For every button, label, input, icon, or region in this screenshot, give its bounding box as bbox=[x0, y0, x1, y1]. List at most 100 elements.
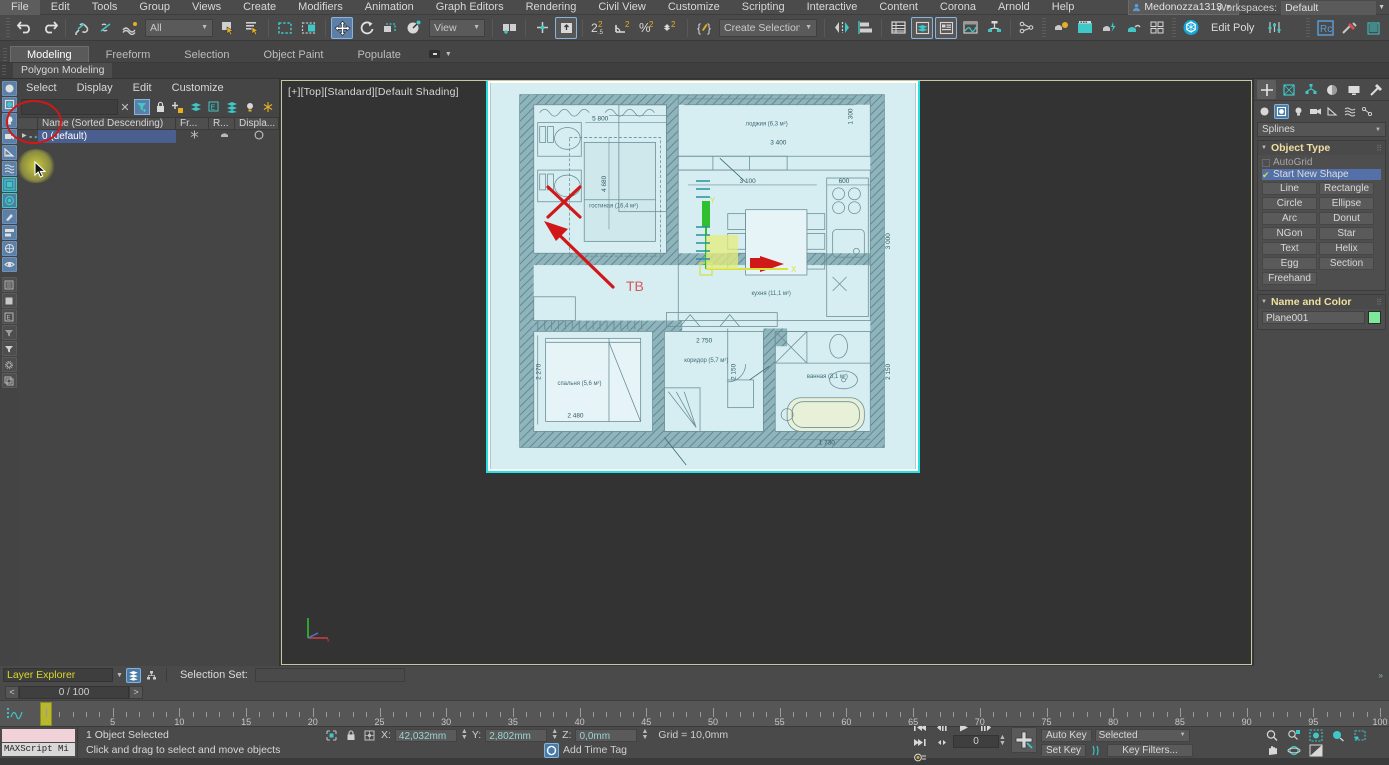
rendered-frame-window-icon[interactable] bbox=[1098, 17, 1120, 39]
ribbon-tab-object-paint[interactable]: Object Paint bbox=[247, 46, 341, 62]
snap-toggle-icon[interactable]: 22.5 bbox=[588, 17, 610, 39]
listener-icon[interactable] bbox=[1362, 17, 1384, 39]
lights-category-icon[interactable] bbox=[1291, 104, 1306, 119]
menu-item-file[interactable]: File bbox=[0, 0, 40, 15]
mirror-icon[interactable] bbox=[830, 17, 852, 39]
viewport-label[interactable]: [+][Top][Standard][Default Shading] bbox=[288, 86, 459, 98]
display-tab-icon[interactable] bbox=[1345, 80, 1364, 99]
material-editor-icon[interactable] bbox=[1050, 17, 1072, 39]
menu-item-customize[interactable]: Customize bbox=[657, 0, 731, 15]
selection-lock-region-icon[interactable] bbox=[324, 728, 339, 743]
checkbox-checked[interactable]: ✔ bbox=[1262, 171, 1270, 179]
viewport-top[interactable]: [+][Top][Standard][Default Shading] bbox=[281, 80, 1252, 665]
spinner-snap-toggle-icon[interactable]: 2 bbox=[660, 17, 682, 39]
box-view-icon[interactable] bbox=[2, 293, 17, 308]
arc-button[interactable]: Arc bbox=[1262, 212, 1317, 225]
x-spinner[interactable]: ▲▼ bbox=[461, 729, 468, 741]
layer-stack-icon[interactable] bbox=[188, 99, 204, 115]
freehand-button[interactable]: Freehand bbox=[1262, 272, 1317, 285]
renderable-cell-icon[interactable] bbox=[209, 130, 235, 143]
layer-manager-icon[interactable] bbox=[126, 668, 141, 683]
absolute-relative-transform-icon[interactable] bbox=[362, 728, 377, 743]
z-spinner[interactable]: ▲▼ bbox=[641, 729, 648, 741]
shape-category-combo[interactable]: Splines ▼ bbox=[1257, 122, 1386, 137]
explorer-menu-select[interactable]: Select bbox=[26, 82, 57, 94]
chevron-down-icon[interactable]: ▼ bbox=[1378, 4, 1385, 11]
menu-item-tools[interactable]: Tools bbox=[81, 0, 129, 15]
named-selection-set-combo[interactable]: Create Selection Se ▼ bbox=[719, 19, 817, 37]
auto-key-button[interactable]: Auto Key bbox=[1041, 729, 1092, 742]
text-button[interactable]: Text bbox=[1262, 242, 1317, 255]
donut-button[interactable]: Donut bbox=[1319, 212, 1374, 225]
menu-item-arnold[interactable]: Arnold bbox=[987, 0, 1041, 15]
select-and-link-icon[interactable] bbox=[71, 17, 93, 39]
geometry-category-icon[interactable] bbox=[1257, 104, 1272, 119]
list-view-icon[interactable] bbox=[2, 277, 17, 292]
display-cell-icon[interactable] bbox=[235, 130, 279, 143]
set-key-button[interactable]: Set Key bbox=[1041, 744, 1086, 757]
y-spinner[interactable]: ▲▼ bbox=[551, 729, 558, 741]
layer-explorer-select[interactable]: Layer Explorer bbox=[3, 668, 113, 682]
rectangular-selection-region-icon[interactable] bbox=[274, 17, 296, 39]
start-new-shape-checkbox-row[interactable]: ✔ Start New Shape bbox=[1262, 169, 1381, 180]
ribbon-subtab-polygon-modeling[interactable]: Polygon Modeling bbox=[13, 63, 112, 78]
frame-spinner[interactable]: ▲▼ bbox=[999, 735, 1006, 750]
current-frame-input[interactable]: 0 bbox=[953, 735, 999, 748]
properties-icon[interactable]: E bbox=[2, 309, 17, 324]
use-selection-center-icon[interactable] bbox=[531, 17, 553, 39]
object-color-swatch[interactable] bbox=[1368, 311, 1381, 324]
chevron-down-icon[interactable]: ▼ bbox=[1261, 145, 1267, 151]
select-and-move-icon[interactable] bbox=[331, 17, 353, 39]
zoom-all-icon[interactable] bbox=[1283, 728, 1305, 743]
expand-chevrons-icon[interactable]: » bbox=[1379, 671, 1383, 680]
zoom-region-icon[interactable] bbox=[1327, 728, 1349, 743]
zoom-icon[interactable] bbox=[1261, 728, 1283, 743]
asset-tracking-icon[interactable] bbox=[2, 241, 17, 256]
menu-item-scripting[interactable]: Scripting bbox=[731, 0, 796, 15]
menu-item-civil-view[interactable]: Civil View bbox=[587, 0, 656, 15]
region-zoom-icon[interactable] bbox=[1349, 728, 1371, 743]
paint-brush-icon[interactable] bbox=[2, 209, 17, 224]
menu-item-help[interactable]: Help bbox=[1041, 0, 1086, 15]
schematic-view-icon[interactable] bbox=[983, 17, 1005, 39]
light-bulb-icon[interactable] bbox=[242, 99, 258, 115]
cameras-category-icon[interactable] bbox=[1308, 104, 1323, 119]
key-mode-toggle-icon[interactable] bbox=[931, 735, 953, 750]
star-button[interactable]: Star bbox=[1319, 227, 1374, 240]
align-tool-icon[interactable] bbox=[2, 225, 17, 240]
helpers-icon[interactable] bbox=[2, 145, 17, 160]
use-pivot-point-center-icon[interactable] bbox=[498, 17, 520, 39]
key-filters-toggle-icon[interactable] bbox=[1089, 743, 1104, 758]
ribbon-minimize-button[interactable]: ▼ bbox=[428, 46, 452, 62]
render-production-icon[interactable] bbox=[1122, 17, 1144, 39]
toolbar-grip[interactable] bbox=[1172, 18, 1176, 38]
toolbar-grip[interactable] bbox=[6, 18, 10, 38]
freeze-cell-icon[interactable] bbox=[176, 130, 209, 143]
menu-item-corona[interactable]: Corona bbox=[929, 0, 987, 15]
lock-icon[interactable] bbox=[343, 728, 358, 743]
time-slider[interactable]: 5101520253035404550556065707580859095100 bbox=[0, 700, 1389, 726]
motion-tab-icon[interactable] bbox=[1323, 80, 1342, 99]
go-to-end-icon[interactable] bbox=[909, 735, 931, 750]
rollout-grip[interactable]: ⠿ bbox=[1376, 298, 1382, 307]
rectangle-button[interactable]: Rectangle bbox=[1319, 182, 1374, 195]
select-and-scale-icon[interactable] bbox=[379, 17, 401, 39]
pan-hand-icon[interactable] bbox=[1261, 743, 1283, 758]
select-object-icon[interactable] bbox=[217, 17, 239, 39]
ribbon-tab-selection[interactable]: Selection bbox=[167, 46, 246, 62]
clear-search-icon[interactable]: ✕ bbox=[118, 99, 132, 115]
column-display[interactable]: Displa... bbox=[235, 117, 279, 130]
circle-button[interactable]: Circle bbox=[1262, 197, 1317, 210]
reference-coordinate-system-icon[interactable] bbox=[403, 17, 425, 39]
settings-gear-icon[interactable] bbox=[2, 357, 17, 372]
filter-funnel-icon[interactable] bbox=[2, 325, 17, 340]
render-setup-icon[interactable] bbox=[1074, 17, 1096, 39]
scene-explorer-icon[interactable] bbox=[911, 17, 933, 39]
chevron-down-icon[interactable]: ▼ bbox=[1261, 299, 1267, 305]
menu-item-views[interactable]: Views bbox=[181, 0, 232, 15]
freeze-icon[interactable] bbox=[260, 99, 276, 115]
frame-counter[interactable]: 0 / 100 bbox=[19, 686, 129, 699]
systems-icon[interactable] bbox=[2, 177, 17, 192]
menu-item-graph-editors[interactable]: Graph Editors bbox=[425, 0, 515, 15]
maxscript-output-area[interactable] bbox=[2, 729, 75, 742]
